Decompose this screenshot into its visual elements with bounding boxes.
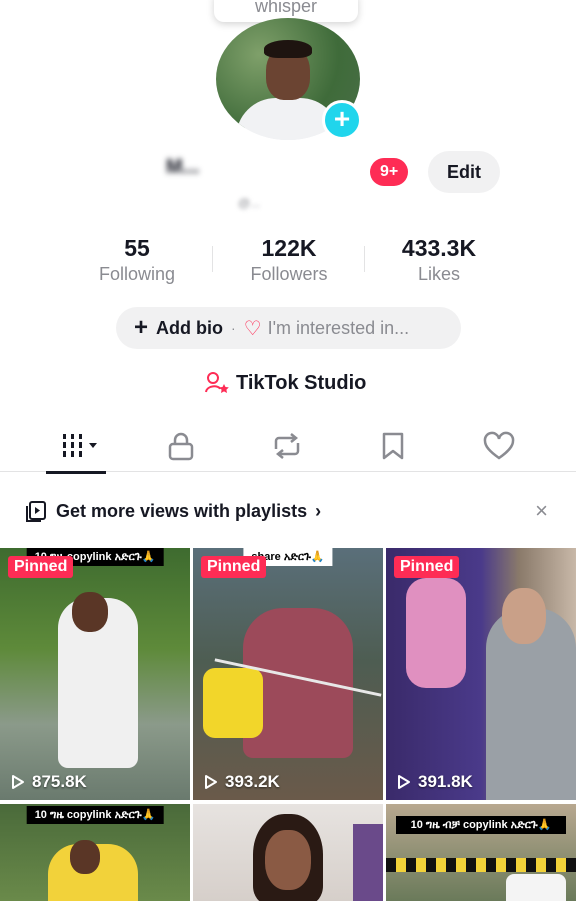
- studio-person-icon: [205, 372, 229, 393]
- thumb-face: [265, 830, 311, 890]
- video-thumbnail[interactable]: Pinned 391.8K: [386, 548, 576, 800]
- play-icon: [205, 775, 217, 789]
- thumb-face: [72, 592, 108, 632]
- username: M...: [166, 156, 200, 178]
- whisper-label: whisper: [254, 0, 318, 16]
- followers-label: Followers: [250, 264, 328, 284]
- video-caption: 10 ግዜ copylink አድርጉ🙏: [26, 806, 164, 824]
- pinned-badge: Pinned: [201, 556, 267, 578]
- playlist-banner-text: Get more views with playlists: [56, 500, 308, 521]
- playlist-icon: [26, 501, 46, 522]
- likes-label: Likes: [417, 264, 461, 284]
- user-handle: @...: [238, 196, 261, 210]
- following-label: Following: [98, 264, 176, 284]
- bio-pill: + Add bio · ♡ I'm interested in...: [116, 307, 461, 349]
- repost-icon: [274, 433, 300, 459]
- thumb-pattern: [386, 858, 576, 872]
- grid-icon: [63, 434, 97, 457]
- notification-badge[interactable]: 9+: [370, 158, 409, 186]
- video-thumbnail[interactable]: [193, 804, 383, 901]
- separator-dot: ·: [231, 320, 236, 336]
- pinned-badge: Pinned: [394, 556, 460, 578]
- avatar-hair: [264, 40, 312, 58]
- stat-followers[interactable]: 122K Followers: [214, 234, 364, 286]
- edit-profile-button[interactable]: Edit: [428, 151, 500, 193]
- view-count: 391.8K: [396, 772, 473, 792]
- add-bio-button[interactable]: Add bio: [156, 318, 223, 339]
- plus-icon: +: [134, 314, 149, 341]
- studio-label: TikTok Studio: [236, 371, 367, 394]
- tab-private[interactable]: [146, 420, 216, 472]
- video-grid: 10 ግዜ copylink አድርጉ🙏 Pinned 875.8K share…: [0, 548, 576, 901]
- followers-count: 122K: [261, 235, 317, 261]
- view-count-value: 393.2K: [225, 772, 280, 791]
- playlist-banner[interactable]: Get more views with playlists ›: [0, 492, 576, 530]
- view-count: 393.2K: [203, 772, 280, 792]
- tab-videos[interactable]: [46, 420, 116, 474]
- thumb-face: [70, 840, 100, 874]
- thumb-yellow-bag: [203, 668, 263, 738]
- play-icon: [12, 775, 24, 789]
- tab-reposts[interactable]: [252, 420, 322, 472]
- video-caption: 10 ግዜ ብቻ copylink አድርጉ🙏: [396, 816, 566, 834]
- view-count: 875.8K: [10, 772, 87, 792]
- profile-tabs: [0, 420, 576, 474]
- chevron-right-icon: ›: [315, 500, 322, 521]
- stat-divider: [212, 246, 213, 272]
- interest-button[interactable]: I'm interested in...: [268, 318, 410, 339]
- stat-likes[interactable]: 433.3K Likes: [364, 234, 514, 286]
- tab-favorites[interactable]: [358, 420, 428, 472]
- close-icon[interactable]: ×: [535, 498, 548, 524]
- stat-following[interactable]: 55 Following: [62, 234, 212, 286]
- video-thumbnail[interactable]: 10 ግዜ copylink አድርጉ🙏 Pinned 875.8K: [0, 548, 190, 800]
- tab-liked[interactable]: [464, 420, 534, 472]
- thumb-poster: [353, 824, 383, 901]
- play-icon: [398, 775, 410, 789]
- profile-stats: 55 Following 122K Followers 433.3K Likes: [0, 234, 576, 290]
- heart-outline-icon: ♡: [243, 317, 262, 340]
- lock-icon: [168, 432, 194, 461]
- bookmark-icon: [382, 432, 404, 460]
- video-thumbnail[interactable]: share አድርጉ🙏 Pinned 393.2K: [193, 548, 383, 800]
- pinned-badge: Pinned: [8, 556, 74, 578]
- thumb-dancer: [406, 578, 466, 688]
- video-thumbnail[interactable]: 10 ግዜ copylink አድርጉ🙏: [0, 804, 190, 901]
- thumb-face: [502, 588, 546, 644]
- heart-icon: [483, 431, 515, 460]
- tiktok-studio-link[interactable]: TikTok Studio: [204, 368, 366, 398]
- view-count-value: 875.8K: [32, 772, 87, 791]
- thumb-tent: [506, 874, 566, 901]
- likes-count: 433.3K: [401, 235, 477, 261]
- add-avatar-plus-icon[interactable]: +: [322, 100, 362, 140]
- view-count-value: 391.8K: [418, 772, 473, 791]
- following-count: 55: [124, 235, 150, 261]
- video-thumbnail[interactable]: 10 ግዜ ብቻ copylink አድርጉ🙏: [386, 804, 576, 901]
